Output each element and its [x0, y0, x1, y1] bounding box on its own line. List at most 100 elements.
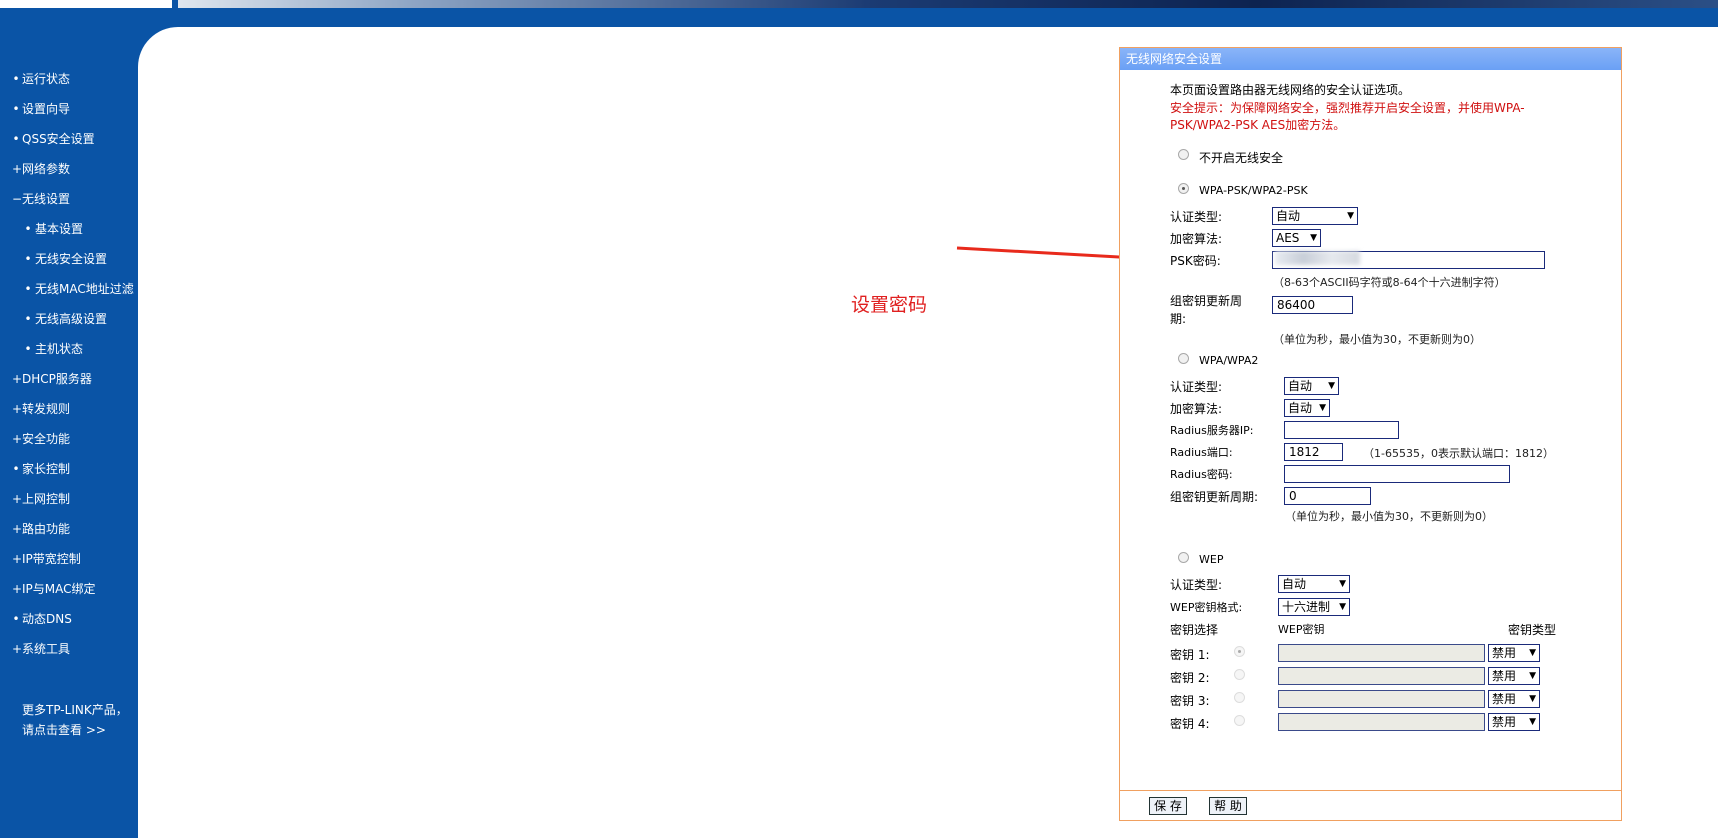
radio-wpa-psk[interactable]: [1178, 183, 1189, 194]
radius-port-hint: （1-65535，0表示默认端口：1812）: [1363, 447, 1554, 460]
plus-icon: +: [12, 522, 23, 536]
wep-key-input[interactable]: [1278, 644, 1485, 662]
sidebar-item-label: 主机状态: [35, 342, 84, 356]
wpa-enc-select[interactable]: 自动 ▼: [1284, 399, 1330, 417]
wep-key-label: 密钥 1:: [1170, 648, 1210, 662]
wep-key-input[interactable]: [1278, 690, 1485, 708]
sidebar-item[interactable]: • QSS安全设置: [0, 127, 138, 157]
banner-strip-left: [0, 0, 172, 8]
sidebar-item[interactable]: • 无线MAC地址过滤: [0, 277, 138, 307]
wep-key-radio[interactable]: [1234, 692, 1245, 703]
radio-wep[interactable]: [1178, 552, 1189, 563]
bullet-icon: •: [24, 342, 32, 356]
sidebar-item-label: 运行状态: [22, 72, 71, 86]
psk-auth-select[interactable]: 自动 ▼: [1272, 207, 1358, 225]
help-button[interactable]: 帮 助: [1209, 797, 1247, 815]
wep-key-type-select[interactable]: 禁用 ▼: [1488, 644, 1540, 662]
psk-enc-select[interactable]: AES ▼: [1272, 229, 1321, 247]
sidebar-item-label: 无线安全设置: [35, 252, 108, 266]
label-wpa-psk: WPA-PSK/WPA2-PSK: [1199, 184, 1308, 197]
psk-enc-label: 加密算法:: [1170, 232, 1223, 246]
sidebar-item-label: 设置向导: [22, 102, 71, 116]
sidebar-item[interactable]: + 路由功能: [0, 517, 138, 547]
wpa-auth-value: 自动: [1288, 379, 1313, 393]
top-banner: [0, 0, 1718, 27]
wep-col-type: 密钥类型: [1508, 623, 1557, 637]
bullet-icon: •: [12, 612, 20, 626]
plus-icon: +: [12, 582, 23, 596]
more-products-link[interactable]: 更多TP-LINK产品， 请点击查看 >>: [22, 700, 128, 740]
radius-ip-label: Radius服务器IP:: [1170, 424, 1254, 437]
radio-no-security[interactable]: [1178, 149, 1189, 160]
sidebar-item-label: 安全功能: [22, 432, 71, 446]
sidebar-item-label: IP与MAC绑定: [22, 582, 96, 596]
wep-key-label: 密钥 2:: [1170, 671, 1210, 685]
radius-ip-input[interactable]: [1284, 421, 1399, 439]
sidebar-item[interactable]: • 动态DNS: [0, 607, 138, 637]
sidebar-item[interactable]: + 安全功能: [0, 427, 138, 457]
warning-line-2: PSK/WPA2-PSK AES加密方法。: [1170, 118, 1346, 132]
sidebar-item-label: QSS安全设置: [22, 132, 95, 146]
wep-key-label: 密钥 3:: [1170, 694, 1210, 708]
psk-period-hint: （单位为秒，最小值为30，不更新则为0）: [1273, 333, 1481, 346]
wep-format-select[interactable]: 十六进制 ▼: [1278, 598, 1350, 616]
wep-key-type-value: 禁用: [1492, 646, 1517, 660]
sidebar-item-label: 动态DNS: [22, 612, 72, 626]
sidebar-item-label: 上网控制: [22, 492, 71, 506]
wep-key-radio[interactable]: [1234, 646, 1245, 657]
wep-key-input[interactable]: [1278, 667, 1485, 685]
sidebar-item[interactable]: • 设置向导: [0, 97, 138, 127]
sidebar-item[interactable]: + DHCP服务器: [0, 367, 138, 397]
plus-icon: +: [12, 552, 23, 566]
sidebar-item[interactable]: • 无线安全设置: [0, 247, 138, 277]
radio-wpa[interactable]: [1178, 353, 1189, 364]
chevron-down-icon: ▼: [1319, 403, 1326, 413]
sidebar-item-label: 路由功能: [22, 522, 71, 536]
sidebar-item[interactable]: + 上网控制: [0, 487, 138, 517]
bullet-icon: •: [12, 102, 20, 116]
sidebar: • 运行状态 • 设置向导 • QSS安全设置 + 网络参数 − 无线设置 • 基本设置 • 无线安全设置…: [0, 27, 138, 838]
wep-key-input[interactable]: [1278, 713, 1485, 731]
bullet-icon: •: [24, 222, 32, 236]
sidebar-item[interactable]: + 系统工具: [0, 637, 138, 667]
save-button[interactable]: 保 存: [1149, 797, 1187, 815]
sidebar-item[interactable]: − 无线设置: [0, 187, 138, 217]
wep-key-radio[interactable]: [1234, 715, 1245, 726]
sidebar-item[interactable]: • 无线高级设置: [0, 307, 138, 337]
sidebar-item[interactable]: + 网络参数: [0, 157, 138, 187]
warning-line-1: 安全提示：为保障网络安全，强烈推荐开启安全设置，并使用WPA-: [1170, 101, 1525, 115]
wpa-auth-select[interactable]: 自动 ▼: [1284, 377, 1339, 395]
wpa-enc-value: 自动: [1288, 401, 1313, 415]
wpa-auth-label: 认证类型:: [1170, 380, 1223, 394]
chevron-down-icon: ▼: [1328, 381, 1335, 391]
sidebar-item[interactable]: • 主机状态: [0, 337, 138, 367]
radius-port-input[interactable]: 1812: [1284, 443, 1343, 461]
wpa-period-input[interactable]: 0: [1284, 487, 1371, 505]
banner-strip-right: [178, 0, 1718, 8]
bullet-icon: •: [12, 462, 20, 476]
sidebar-item-label: 基本设置: [35, 222, 84, 236]
sidebar-item[interactable]: + 转发规则: [0, 397, 138, 427]
wep-key-type-select[interactable]: 禁用 ▼: [1488, 713, 1540, 731]
psk-period-input[interactable]: 86400: [1272, 296, 1353, 314]
wep-key-type-select[interactable]: 禁用 ▼: [1488, 690, 1540, 708]
wep-col-key: WEP密钥: [1278, 623, 1325, 636]
sidebar-item-label: 系统工具: [22, 642, 71, 656]
sidebar-item[interactable]: + IP与MAC绑定: [0, 577, 138, 607]
radius-password-input[interactable]: [1284, 465, 1510, 483]
label-no-security: 不开启无线安全: [1199, 151, 1284, 165]
wep-format-label: WEP密钥格式:: [1170, 601, 1243, 614]
chevron-down-icon: ▼: [1529, 648, 1536, 658]
sidebar-item[interactable]: • 基本设置: [0, 217, 138, 247]
wep-key-radio[interactable]: [1234, 669, 1245, 680]
chevron-down-icon: ▼: [1310, 233, 1317, 243]
bullet-icon: •: [12, 132, 20, 146]
wep-auth-select[interactable]: 自动 ▼: [1278, 575, 1350, 593]
wep-key-label: 密钥 4:: [1170, 717, 1210, 731]
sidebar-item[interactable]: • 家长控制: [0, 457, 138, 487]
chevron-down-icon: ▼: [1339, 579, 1346, 589]
sidebar-item[interactable]: + IP带宽控制: [0, 547, 138, 577]
wep-key-type-select[interactable]: 禁用 ▼: [1488, 667, 1540, 685]
sidebar-item[interactable]: • 运行状态: [0, 67, 138, 97]
label-wpa: WPA/WPA2: [1199, 354, 1259, 367]
